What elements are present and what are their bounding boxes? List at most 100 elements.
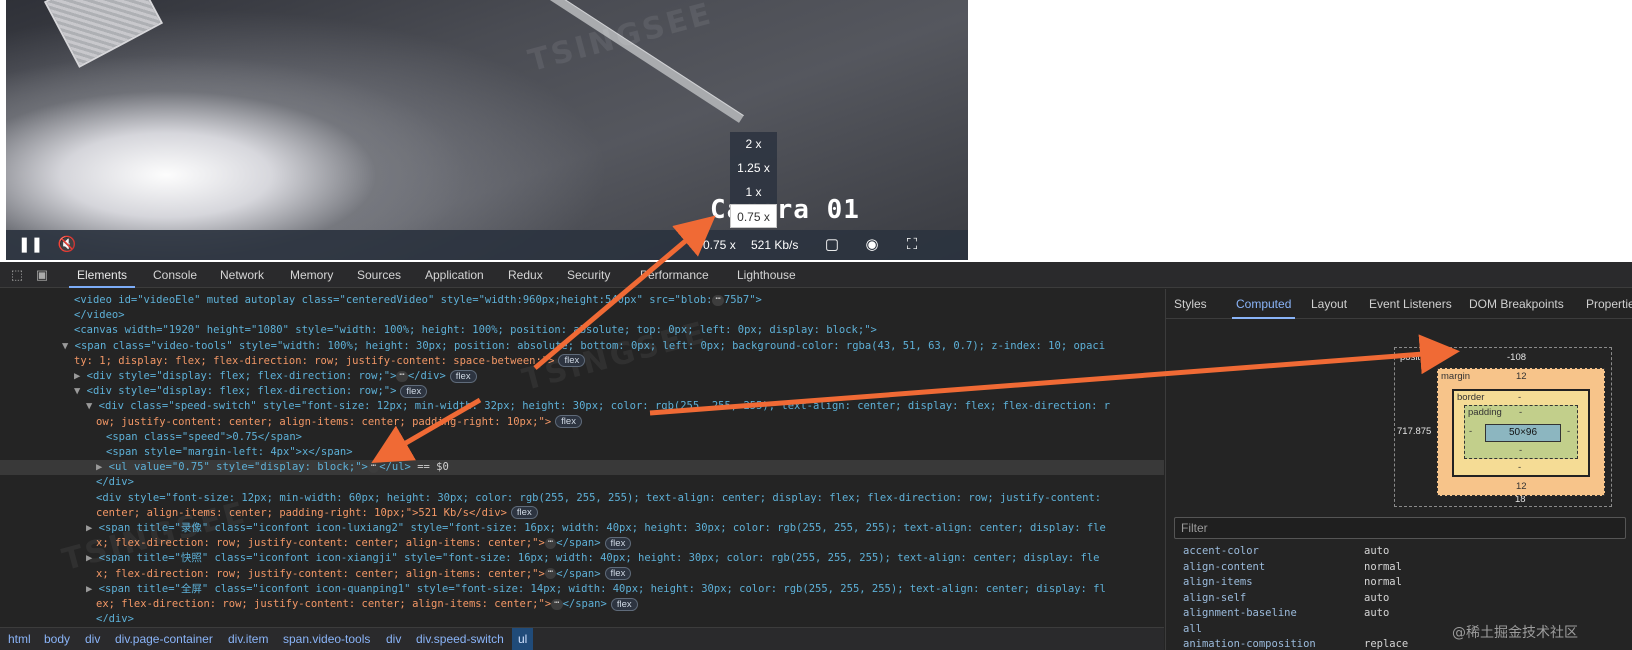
expand-icon[interactable]: ▶	[74, 370, 87, 382]
speed-option[interactable]: 2 x	[730, 132, 777, 156]
dom-node-close: </span>	[556, 567, 601, 580]
flex-badge[interactable]: flex	[555, 415, 582, 429]
dom-node-line[interactable]: <div style="font-size: 12px; min-width: …	[0, 491, 1164, 506]
flex-badge[interactable]: flex	[604, 567, 632, 581]
tab-application[interactable]: Application	[425, 262, 484, 288]
dom-node-line[interactable]: <span style="margin-left: 4px">x</span>	[0, 445, 1164, 460]
ellipsis-icon[interactable]: ⋯	[544, 568, 557, 580]
crumb-body[interactable]: body	[44, 628, 70, 650]
dom-node-line[interactable]: </div>	[0, 612, 1164, 622]
flex-badge[interactable]: flex	[449, 369, 477, 383]
padding-left: -	[1469, 426, 1473, 437]
snapshot-icon[interactable]: ◉	[861, 230, 883, 260]
expand-icon[interactable]: ▶	[86, 583, 99, 595]
tab-redux[interactable]: Redux	[508, 262, 543, 288]
property-name: alignment-baseline	[1183, 607, 1297, 619]
dom-node-line[interactable]: <canvas width="1920" height="1080" style…	[0, 323, 1164, 338]
dom-node-line[interactable]: ▶ <span title="快照" class="iconfont icon-…	[0, 551, 1164, 566]
credit-watermark: @稀土掘金技术社区	[1452, 625, 1578, 641]
elements-tree[interactable]: TSINGSEE TSINGSEE <video id="videoEle" m…	[0, 289, 1164, 622]
dom-node-line[interactable]: ▼ <span class="video-tools" style="width…	[0, 339, 1164, 354]
dom-node-line[interactable]: ▼ <div class="speed-switch" style="font-…	[0, 399, 1164, 414]
side-tab-event-listeners[interactable]: Event Listeners	[1369, 289, 1452, 319]
dom-node-line[interactable]: ▼ <div style="display: flex; flex-direct…	[0, 384, 1164, 399]
side-tab-properties[interactable]: Properties	[1586, 289, 1632, 319]
ellipsis-icon[interactable]: ⋯	[367, 461, 380, 473]
collapse-icon[interactable]: ▼	[62, 340, 75, 352]
speed-option[interactable]: 1 x	[730, 180, 777, 204]
ellipsis-icon[interactable]: ⋯	[712, 294, 724, 306]
video-player[interactable]: TSINGSEE Camera 01 2 x 1.25 x 1 x 0.75 x	[6, 0, 968, 260]
pause-icon[interactable]: ❚❚	[18, 230, 43, 260]
tab-lighthouse[interactable]: Lighthouse	[737, 262, 796, 288]
crumb-video-tools[interactable]: span.video-tools	[283, 628, 370, 650]
dom-node-line[interactable]: </video>	[0, 308, 1164, 323]
expand-icon[interactable]: ▶	[86, 552, 99, 564]
inspect-icon[interactable]: ⬚	[9, 267, 25, 283]
computed-filter-input[interactable]: Filter	[1174, 517, 1626, 539]
crumb-div[interactable]: div	[85, 628, 100, 650]
tab-performance[interactable]: Performance	[640, 262, 709, 288]
tab-elements[interactable]: Elements	[69, 262, 136, 288]
speed-menu[interactable]: 2 x 1.25 x 1 x 0.75 x	[730, 132, 777, 228]
crumb-item[interactable]: div.item	[228, 628, 268, 650]
computed-property-row[interactable]: accent-color auto	[1166, 544, 1632, 559]
dom-node-line[interactable]: </div>	[0, 475, 1164, 490]
computed-property-row[interactable]: align-content normal	[1166, 560, 1632, 575]
dom-node-line[interactable]: ▶ <div style="display: flex; flex-direct…	[0, 369, 1164, 384]
crumb-html[interactable]: html	[8, 628, 31, 650]
fullscreen-icon[interactable]: ⛶	[901, 230, 923, 260]
dom-node-line[interactable]: center; align-items: center; padding-rig…	[0, 506, 1164, 521]
property-value: auto	[1364, 607, 1390, 619]
dom-node-line[interactable]: ▶ <ul value="0.75" style="display: block…	[0, 460, 1164, 476]
expand-icon[interactable]: ▶	[96, 461, 109, 473]
speed-option[interactable]: 1.25 x	[730, 156, 777, 180]
collapse-icon[interactable]: ▼	[74, 385, 87, 397]
dom-node-line[interactable]: <video id="videoEle" muted autoplay clas…	[0, 293, 1164, 308]
dom-node-line[interactable]: ▶ <span title="全屏" class="iconfont icon-…	[0, 582, 1164, 597]
tab-security[interactable]: Security	[567, 262, 610, 288]
crumb-speed-switch[interactable]: div.speed-switch	[416, 628, 504, 650]
ellipsis-icon[interactable]: ⋯	[544, 537, 557, 549]
dom-node-line[interactable]: ty: 1; display: flex; flex-direction: ro…	[0, 354, 1164, 369]
dom-node-line[interactable]: ▶ <span title="录像" class="iconfont icon-…	[0, 521, 1164, 536]
crumb-ul[interactable]: ul	[512, 628, 534, 650]
device-toggle-icon[interactable]: ▣	[34, 267, 50, 283]
speed-readout[interactable]: 0.75 x	[703, 230, 736, 260]
crumb-page-container[interactable]: div.page-container	[115, 628, 213, 650]
record-icon[interactable]: ▢	[821, 230, 843, 260]
side-tab-layout[interactable]: Layout	[1311, 289, 1347, 319]
computed-property-row[interactable]: alignment-baseline auto	[1166, 606, 1632, 621]
dom-node-line[interactable]: ow; justify-content: center; align-items…	[0, 415, 1164, 430]
property-name: align-items	[1183, 576, 1253, 588]
dom-node-line[interactable]: ex; flex-direction: row; justify-content…	[0, 597, 1164, 612]
ellipsis-icon[interactable]: ⋯	[396, 370, 408, 382]
tab-memory[interactable]: Memory	[290, 262, 333, 288]
computed-property-row[interactable]: align-items normal	[1166, 575, 1632, 590]
flex-badge[interactable]: flex	[510, 506, 538, 520]
side-tab-styles[interactable]: Styles	[1174, 289, 1207, 319]
side-tab-dom-breakpoints[interactable]: DOM Breakpoints	[1469, 289, 1564, 319]
dom-node-close: 75b7">	[723, 294, 762, 306]
flex-badge[interactable]: flex	[558, 354, 586, 368]
dom-node-line[interactable]: x; flex-direction: row; justify-content:…	[0, 567, 1164, 582]
flex-badge[interactable]: flex	[400, 384, 428, 398]
collapse-icon[interactable]: ▼	[86, 400, 99, 412]
dom-node-line[interactable]: <span class="speed">0.75</span>	[0, 430, 1164, 445]
side-tab-computed[interactable]: Computed	[1232, 289, 1296, 319]
tab-network[interactable]: Network	[220, 262, 264, 288]
dom-node-line[interactable]: x; flex-direction: row; justify-content:…	[0, 536, 1164, 551]
flex-badge[interactable]: flex	[604, 536, 632, 550]
tab-console[interactable]: Console	[153, 262, 197, 288]
padding-right: -	[1567, 426, 1571, 437]
dom-node-text: </div>	[96, 476, 134, 489]
expand-icon[interactable]: ▶	[86, 522, 99, 534]
dom-node-close: </ul>	[379, 461, 411, 474]
computed-property-row[interactable]: align-self auto	[1166, 591, 1632, 606]
crumb-div[interactable]: div	[386, 628, 401, 650]
tab-sources[interactable]: Sources	[357, 262, 401, 288]
mute-icon[interactable]: 🔇	[56, 230, 78, 260]
speed-option-selected[interactable]: 0.75 x	[730, 204, 777, 228]
flex-badge[interactable]: flex	[610, 597, 638, 611]
ellipsis-icon[interactable]: ⋯	[551, 598, 563, 610]
